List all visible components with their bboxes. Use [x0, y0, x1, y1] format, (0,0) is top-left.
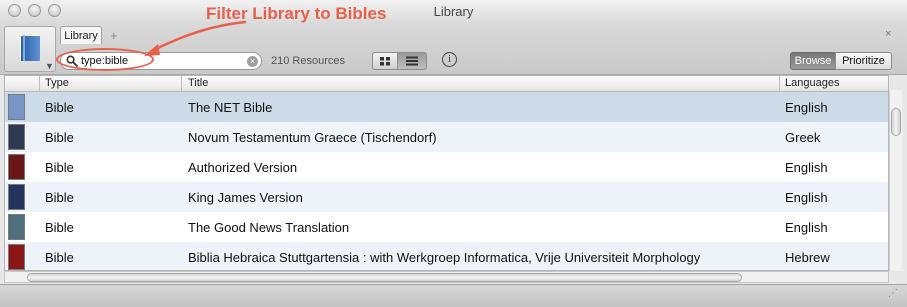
annotation-arrow-icon — [144, 20, 247, 56]
cell-language: English — [785, 190, 828, 205]
cell-language: English — [785, 220, 828, 235]
title-bar: Library — [0, 0, 907, 23]
cell-title: Biblia Hebraica Stuttgartensia : with We… — [188, 250, 701, 265]
cell-title: Authorized Version — [188, 160, 298, 175]
cell-type: Bible — [45, 130, 74, 145]
add-tab-button[interactable]: + — [110, 28, 118, 43]
cell-type: Bible — [45, 220, 74, 235]
cell-title: Novum Testamentum Graece (Tischendorf) — [188, 130, 437, 145]
table-row[interactable]: Bible The Good News Translation English — [5, 212, 888, 242]
cell-type: Bible — [45, 250, 74, 265]
browse-button[interactable]: Browse — [790, 52, 836, 70]
table-row[interactable]: Bible King James Version English — [5, 182, 888, 212]
info-icon[interactable]: i — [442, 52, 457, 67]
column-header-title[interactable]: Title — [188, 77, 208, 89]
library-panel-button[interactable]: ▼ — [4, 26, 56, 72]
cell-title: King James Version — [188, 190, 303, 205]
book-cover-icon — [8, 214, 25, 240]
horizontal-scroll-thumb[interactable] — [27, 273, 742, 282]
column-divider[interactable] — [181, 76, 182, 91]
table-row[interactable]: Bible Authorized Version English — [5, 152, 888, 182]
horizontal-scrollbar[interactable] — [4, 271, 889, 283]
vertical-scroll-thumb[interactable] — [891, 108, 901, 136]
grid-view-button[interactable] — [372, 52, 398, 70]
book-cover-icon — [8, 244, 25, 270]
list-view-button[interactable] — [397, 52, 427, 70]
book-cover-icon — [8, 124, 25, 150]
table-row[interactable]: Bible Novum Testamentum Graece (Tischendo… — [5, 122, 888, 152]
cell-language: Hebrew — [785, 250, 830, 265]
cell-language: English — [785, 100, 828, 115]
cell-title: The NET Bible — [188, 100, 273, 115]
vertical-scrollbar[interactable] — [889, 90, 902, 271]
cell-type: Bible — [45, 190, 74, 205]
chevron-down-icon: ▼ — [45, 61, 54, 71]
column-header-languages[interactable]: Languages — [785, 77, 839, 89]
cell-type: Bible — [45, 160, 74, 175]
list-view-icon — [406, 56, 418, 66]
tab-library[interactable]: Library — [60, 26, 102, 44]
cell-type: Bible — [45, 100, 74, 115]
table-row[interactable]: Bible Biblia Hebraica Stuttgartensia : wi… — [5, 242, 888, 270]
grid-view-icon — [380, 57, 390, 66]
table-header: Type Title Languages — [5, 76, 888, 92]
book-icon — [20, 35, 40, 61]
library-window: Library ▼ Library + × type:bible × 210 R… — [0, 0, 907, 307]
cell-language: Greek — [785, 130, 821, 145]
column-divider[interactable] — [779, 76, 780, 91]
cell-language: English — [785, 160, 828, 175]
close-panel-button[interactable]: × — [885, 28, 891, 40]
resource-count: 210 Resources — [271, 55, 345, 67]
book-cover-icon — [8, 154, 25, 180]
book-cover-icon — [8, 184, 25, 210]
book-cover-icon — [8, 94, 25, 120]
status-bar — [0, 284, 907, 307]
annotation-highlight-ring — [56, 48, 154, 71]
column-header-type[interactable]: Type — [45, 77, 69, 89]
resource-table: Type Title Languages Bible The NET Bible E… — [4, 75, 889, 271]
window-title: Library — [433, 4, 474, 19]
resize-grip-icon[interactable]: ⋰ — [888, 288, 898, 299]
cell-title: The Good News Translation — [188, 220, 350, 235]
column-divider[interactable] — [39, 76, 40, 91]
prioritize-button[interactable]: Prioritize — [835, 52, 892, 70]
table-row[interactable]: Bible The NET Bible English — [5, 92, 888, 122]
